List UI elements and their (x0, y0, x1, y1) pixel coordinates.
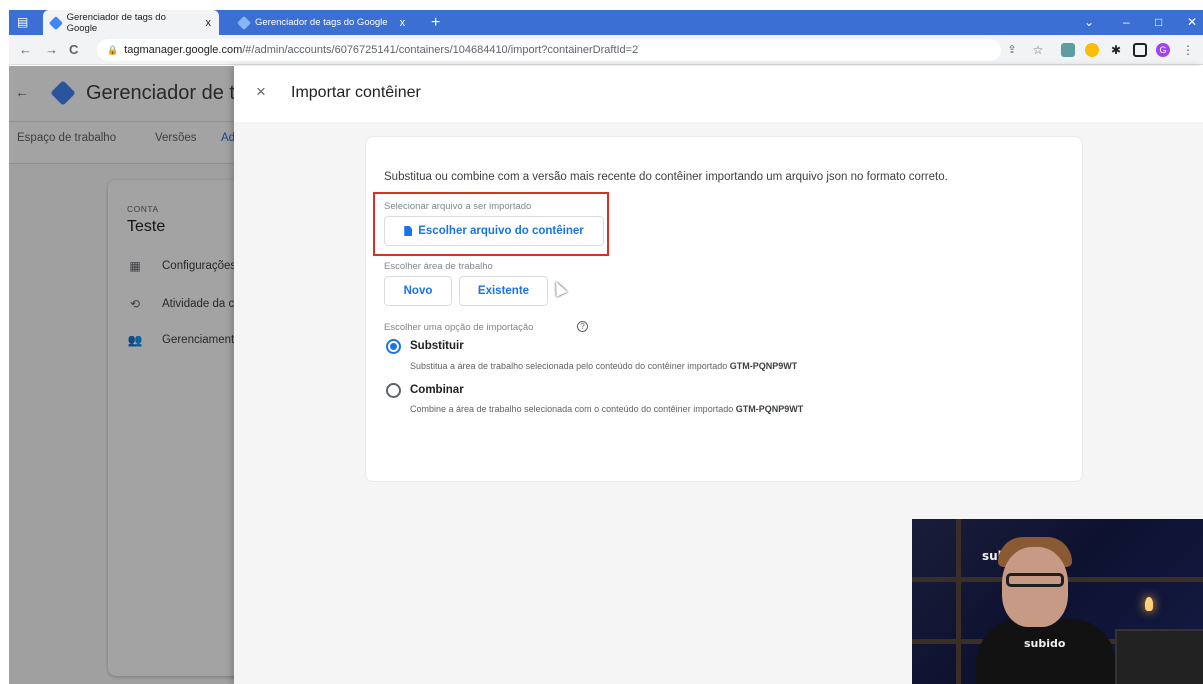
panel-title: Importar contêiner (291, 84, 421, 101)
replace-option-desc: Substitua a área de trabalho selecionada… (410, 361, 798, 371)
merge-radio[interactable] (386, 383, 401, 398)
panel-header: × Importar contêiner (234, 66, 1203, 122)
url-path: /#/admin/accounts/6076725141/containers/… (242, 44, 639, 56)
existing-workspace-button[interactable]: Existente (459, 276, 548, 306)
import-card: Substitua ou combine com a versão mais r… (365, 136, 1083, 482)
webcam-overlay: subido subido (912, 519, 1203, 684)
minimize-button[interactable]: – (1123, 10, 1130, 35)
gtm-favicon-icon (48, 15, 63, 30)
monitor (1115, 629, 1203, 684)
person-head (1002, 547, 1068, 627)
workspace-label: Escolher área de trabalho (384, 261, 493, 272)
mouse-cursor (550, 279, 568, 297)
close-icon[interactable]: × (256, 82, 266, 102)
gtm-favicon-icon (236, 15, 252, 30)
tab-close-icon[interactable]: x (206, 17, 212, 29)
extension-icon[interactable] (1085, 43, 1099, 57)
import-option-label: Escolher uma opção de importação (384, 322, 534, 333)
intro-text: Substitua ou combine com a versão mais r… (384, 171, 948, 183)
profile-avatar[interactable]: G (1156, 43, 1170, 57)
choose-file-label: Escolher arquivo do contêiner (418, 225, 584, 237)
tab-list-icon[interactable]: ⌄ (1084, 10, 1094, 35)
tab-title: Gerenciador de tags do Google (66, 11, 166, 34)
shirt-logo: subido (1024, 637, 1066, 650)
side-panel-icon[interactable] (1133, 43, 1147, 57)
browser-tab-active[interactable]: Gerenciador de tags do Google x (43, 10, 219, 35)
tab-title: Gerenciador de tags do Google (255, 17, 388, 28)
person-shirt (976, 619, 1116, 684)
address-bar: ← → C 🔒 tagmanager.google.com /#/admin/a… (9, 35, 1203, 65)
choose-file-button[interactable]: Escolher arquivo do contêiner (384, 216, 604, 246)
forward-button[interactable]: → (45, 35, 58, 65)
extensions-puzzle-icon[interactable]: ✱ (1109, 43, 1123, 57)
merge-option-desc: Combine a área de trabalho selecionada c… (410, 404, 804, 414)
browser-tab[interactable]: Gerenciador de tags do Google x (231, 10, 421, 35)
file-icon (404, 226, 413, 236)
shelf-post (956, 519, 961, 684)
maximize-button[interactable]: □ (1155, 10, 1162, 35)
replace-radio[interactable] (386, 339, 401, 354)
tab-close-icon[interactable]: x (400, 17, 406, 29)
extension-icon[interactable] (1061, 43, 1075, 57)
merge-option-title: Combinar (410, 384, 464, 396)
menu-icon[interactable]: ⋮ (1181, 43, 1195, 57)
person-glasses (1006, 573, 1064, 587)
url-host: tagmanager.google.com (124, 44, 243, 56)
new-workspace-button[interactable]: Novo (384, 276, 452, 306)
new-tab-button[interactable]: + (431, 10, 440, 35)
reload-button[interactable]: C (69, 35, 78, 65)
bookmark-star-icon[interactable]: ☆ (1031, 43, 1045, 57)
url-input[interactable]: 🔒 tagmanager.google.com /#/admin/account… (97, 39, 1001, 61)
share-icon[interactable]: ⇪ (1005, 43, 1019, 57)
tab-bar: ▤ Gerenciador de tags do Google x Gerenc… (9, 10, 1203, 35)
lamp (1145, 597, 1153, 611)
replace-option-title: Substituir (410, 340, 464, 352)
back-button[interactable]: ← (19, 35, 32, 65)
window-frame (0, 0, 9, 684)
lock-icon: 🔒 (107, 44, 119, 55)
close-window-button[interactable]: ✕ (1187, 10, 1197, 35)
help-icon[interactable]: ? (577, 321, 588, 332)
modal-scrim[interactable] (9, 66, 234, 684)
tab-search-icon[interactable]: ▤ (17, 10, 28, 35)
file-select-label: Selecionar arquivo a ser importado (384, 201, 532, 212)
